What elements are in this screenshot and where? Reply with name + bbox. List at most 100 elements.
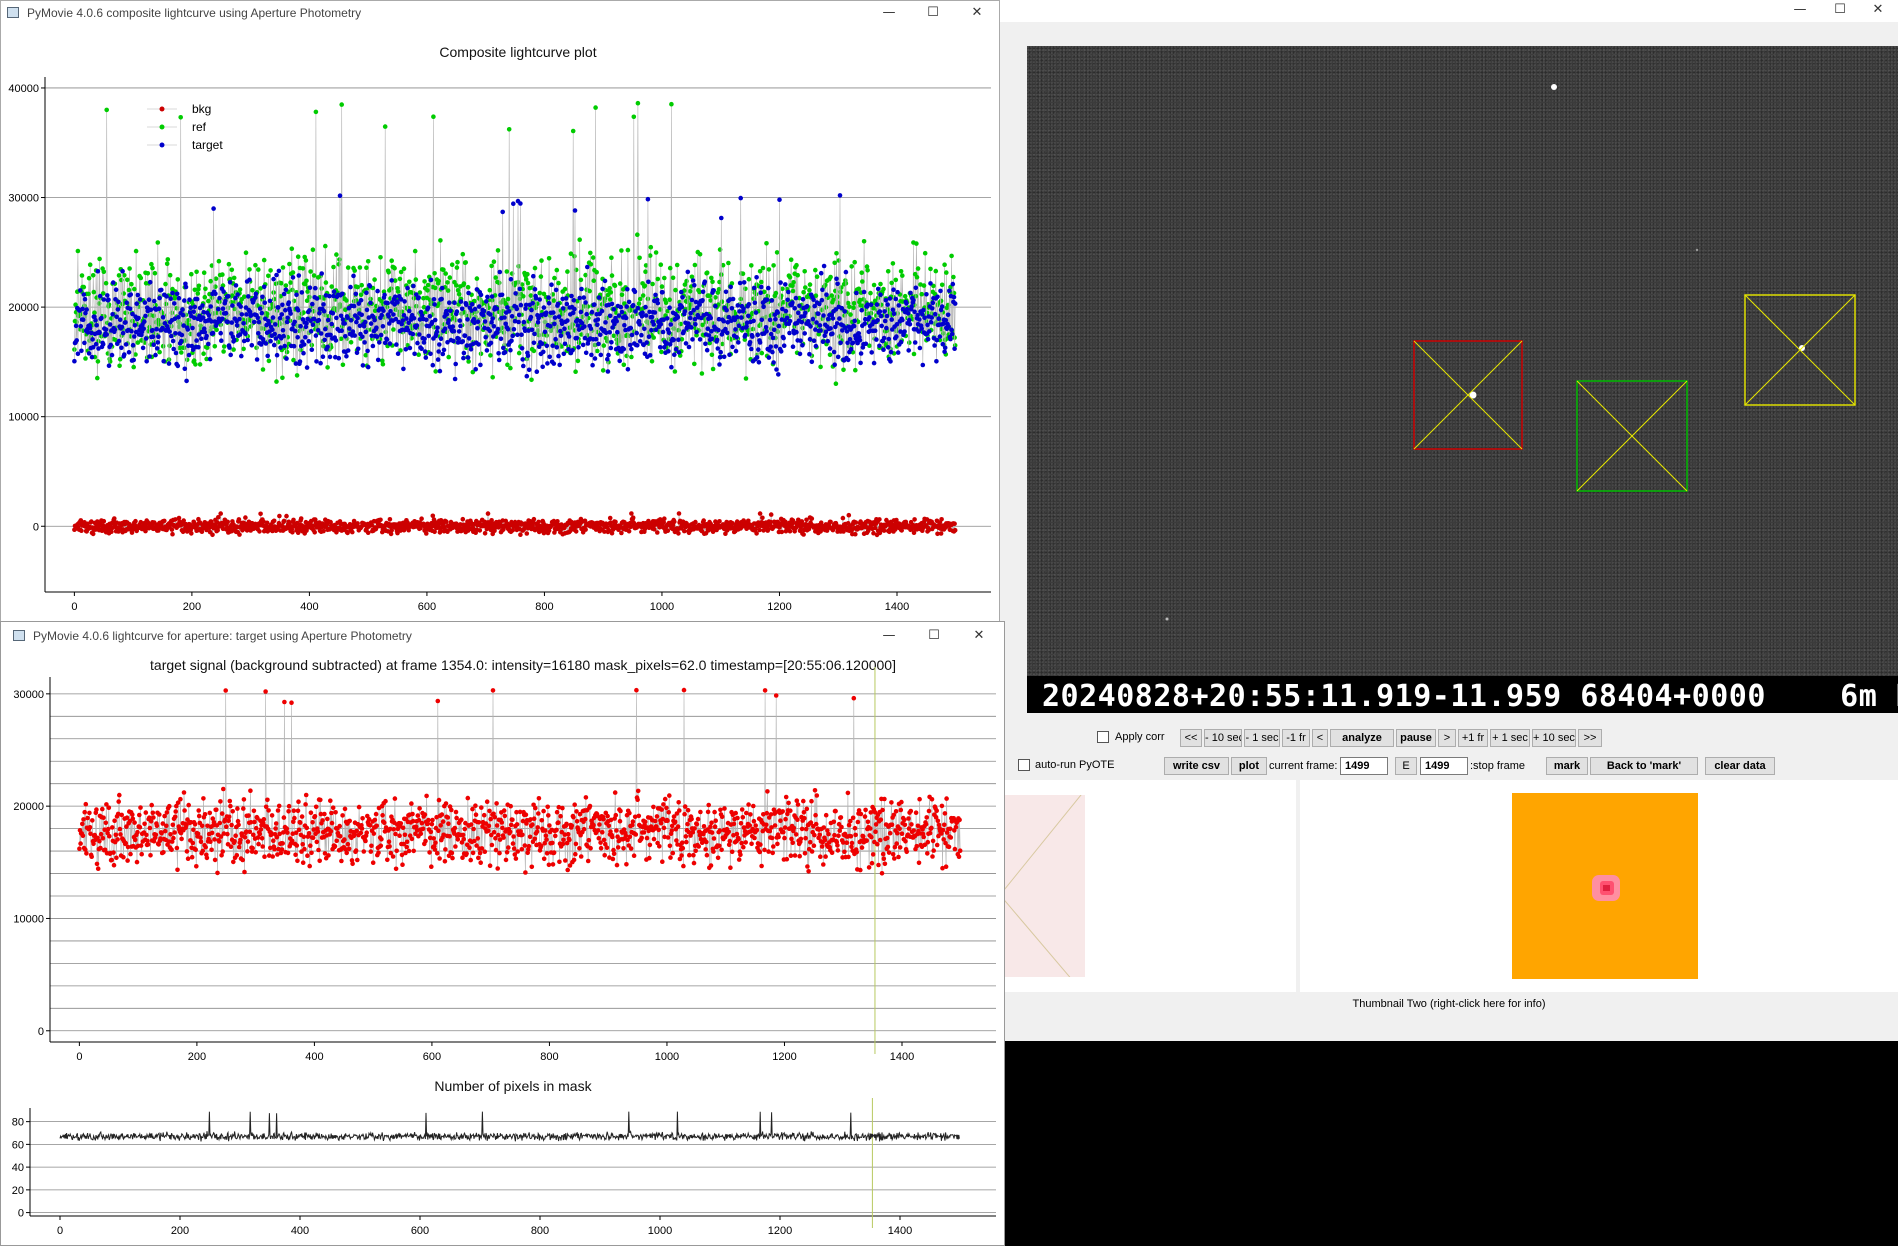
data-point bbox=[179, 338, 184, 344]
data-point bbox=[231, 275, 237, 281]
data-point bbox=[878, 292, 883, 298]
write-csv-button[interactable]: write csv bbox=[1164, 757, 1229, 775]
data-point bbox=[739, 315, 744, 320]
back-to-mark-button[interactable]: Back to 'mark' bbox=[1590, 757, 1698, 775]
data-point bbox=[79, 273, 85, 278]
data-point bbox=[820, 339, 826, 345]
nav-button-5[interactable]: analyze bbox=[1330, 729, 1394, 747]
nav-button-11[interactable]: >> bbox=[1578, 729, 1602, 747]
plot-button[interactable]: plot bbox=[1231, 757, 1267, 775]
data-point bbox=[123, 320, 128, 325]
data-point bbox=[280, 265, 286, 270]
nav-button-0[interactable]: << bbox=[1180, 729, 1202, 747]
data-point bbox=[125, 277, 130, 283]
minimize-button[interactable]: — bbox=[869, 3, 909, 25]
legend-label: ref bbox=[192, 120, 207, 134]
data-point bbox=[674, 262, 680, 268]
data-point bbox=[389, 258, 395, 263]
data-point bbox=[846, 512, 852, 518]
data-point bbox=[255, 331, 261, 336]
minimize-button[interactable]: — bbox=[869, 626, 909, 648]
data-point bbox=[450, 324, 456, 329]
data-point bbox=[268, 338, 273, 344]
data-point bbox=[572, 254, 577, 259]
data-point bbox=[412, 351, 417, 357]
data-point bbox=[609, 301, 615, 307]
nav-button-3[interactable]: -1 fr bbox=[1282, 729, 1310, 747]
data-point bbox=[262, 854, 267, 859]
data-point bbox=[556, 353, 561, 359]
bkg-aperture[interactable] bbox=[1576, 380, 1688, 492]
mark-button[interactable]: mark bbox=[1546, 757, 1588, 775]
data-point bbox=[572, 208, 578, 213]
data-point bbox=[126, 350, 132, 355]
nav-button-6[interactable]: pause bbox=[1396, 729, 1436, 747]
data-point bbox=[143, 336, 149, 341]
minimize-button[interactable]: — bbox=[1780, 0, 1820, 22]
data-point bbox=[529, 327, 535, 333]
data-point bbox=[907, 317, 912, 323]
data-point bbox=[821, 313, 826, 318]
data-point bbox=[496, 280, 502, 286]
data-point bbox=[219, 338, 224, 344]
close-button[interactable]: ✕ bbox=[957, 3, 997, 25]
data-point bbox=[649, 327, 654, 333]
nav-button-10[interactable]: + 10 sec bbox=[1532, 729, 1576, 747]
data-point bbox=[414, 323, 420, 328]
data-point bbox=[386, 314, 392, 319]
nav-button-7[interactable]: > bbox=[1438, 729, 1456, 747]
data-point bbox=[651, 335, 656, 340]
data-point bbox=[175, 363, 181, 369]
close-button[interactable]: ✕ bbox=[1858, 0, 1898, 22]
maximize-button[interactable]: ☐ bbox=[913, 3, 953, 25]
e-button[interactable]: E bbox=[1395, 757, 1417, 775]
data-point bbox=[890, 261, 896, 266]
data-point bbox=[647, 353, 653, 358]
nav-button-1[interactable]: - 10 sec bbox=[1204, 729, 1242, 747]
data-point bbox=[644, 340, 649, 345]
composite-lightcurve-chart[interactable]: Composite lightcurve plot010000200003000… bbox=[1, 29, 999, 619]
data-point bbox=[799, 319, 805, 325]
data-point bbox=[881, 335, 887, 341]
nav-button-8[interactable]: +1 fr bbox=[1458, 729, 1488, 747]
data-point bbox=[521, 319, 527, 325]
nav-button-4[interactable]: < bbox=[1312, 729, 1328, 747]
data-point bbox=[278, 280, 284, 286]
stop-frame-input[interactable]: 1499 bbox=[1420, 757, 1468, 775]
clear-data-button[interactable]: clear data bbox=[1705, 757, 1775, 775]
nav-button-2[interactable]: - 1 sec bbox=[1244, 729, 1280, 747]
thumbnail-two[interactable] bbox=[1300, 780, 1898, 992]
thumbnail-one[interactable] bbox=[1000, 780, 1296, 992]
data-point bbox=[201, 796, 206, 801]
data-point bbox=[820, 287, 825, 293]
data-point bbox=[234, 323, 240, 328]
nav-button-9[interactable]: + 1 sec bbox=[1490, 729, 1530, 747]
maximize-button[interactable]: ☐ bbox=[1820, 0, 1860, 22]
data-point bbox=[626, 299, 632, 305]
video-frame-display[interactable]: 20240828+20:55:11.919-11.959 68404+0000 … bbox=[1027, 46, 1898, 713]
data-point bbox=[432, 271, 437, 276]
data-point bbox=[163, 281, 168, 287]
data-point bbox=[561, 351, 567, 357]
close-button[interactable]: ✕ bbox=[959, 626, 999, 648]
data-point bbox=[276, 268, 282, 274]
data-point bbox=[460, 516, 466, 522]
target-aperture[interactable] bbox=[1413, 340, 1523, 450]
data-point bbox=[436, 278, 442, 284]
current-frame-input[interactable]: 1499 bbox=[1340, 757, 1388, 775]
ref-aperture[interactable] bbox=[1744, 294, 1856, 406]
data-point bbox=[595, 348, 600, 354]
autorun-pyote-checkbox[interactable] bbox=[1018, 759, 1030, 771]
data-point bbox=[902, 293, 908, 299]
thumbnail-two-caption[interactable]: Thumbnail Two (right-click here for info… bbox=[1000, 998, 1898, 1010]
maximize-button[interactable]: ☐ bbox=[914, 626, 954, 648]
data-point bbox=[562, 326, 567, 332]
data-point bbox=[80, 306, 85, 312]
data-point bbox=[519, 282, 525, 287]
data-point bbox=[151, 342, 156, 348]
apply-corr-checkbox[interactable] bbox=[1097, 731, 1109, 743]
data-point bbox=[788, 257, 794, 262]
data-point bbox=[330, 311, 336, 316]
data-point bbox=[314, 296, 320, 301]
target-signal-chart[interactable]: target signal (background subtracted) at… bbox=[1, 652, 1004, 1077]
